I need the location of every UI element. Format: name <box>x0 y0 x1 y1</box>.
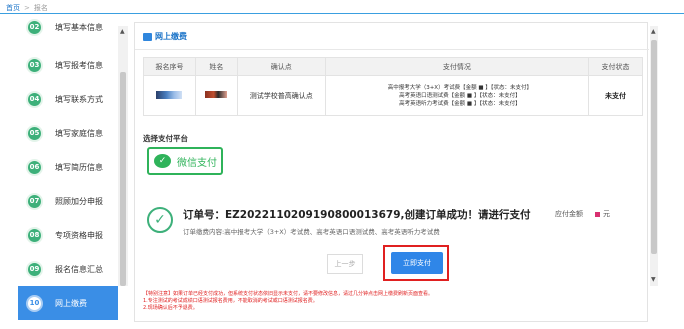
panel-heading: 网上缴费 <box>143 31 187 42</box>
sidebar-item-special-qualification[interactable]: 08 专项资格申报 <box>18 218 118 252</box>
sidebar-item-label: 照顾加分申报 <box>55 196 103 206</box>
sidebar-item-label: 填写报考信息 <box>55 60 103 70</box>
redacted-name <box>194 75 238 116</box>
sidebar-item-summary[interactable]: 09 报名信息汇总 <box>18 252 118 286</box>
pay-status-cell: 未支付 <box>588 75 643 116</box>
table-header: 报名序号 <box>143 57 196 76</box>
table-row: 测试学校普高确认点 高中报考大学（3+X）考试费【金额 ■ 】【状态：未支付】 … <box>143 75 643 116</box>
table-header: 支付状态 <box>588 57 643 76</box>
scrollbar-thumb[interactable] <box>651 40 657 254</box>
notice-line: 1.专注测试的考试成绩口语测试报名费用，不能取消的考试或口语测试报名费。 <box>143 298 318 304</box>
amount-unit: 元 <box>603 210 610 218</box>
platform-title: 选择支付平台 <box>143 134 188 143</box>
step-number-badge: 07 <box>26 192 43 210</box>
step-number-badge: 05 <box>26 124 43 142</box>
scroll-up-arrow-icon[interactable]: ▲ <box>651 28 656 35</box>
divider <box>135 49 649 50</box>
sidebar-item-family-info[interactable]: 05 填写家庭信息 <box>18 116 118 150</box>
breadcrumb-current: 报名 <box>33 4 48 12</box>
pay-now-button[interactable]: 立即支付 <box>391 252 443 274</box>
sidebar-item-label: 填写联系方式 <box>55 94 103 104</box>
sidebar-item-label: 填写家庭信息 <box>55 128 103 138</box>
wechat-pay-label: 微信支付 <box>177 157 217 169</box>
order-content: 订单缴费内容:高中报考大学（3+X）考试费、高考英语口语测试费、高考英语听力考试… <box>183 228 440 236</box>
table-header: 支付情况 <box>324 57 590 76</box>
payment-panel: 网上缴费 报名序号 姓名 确认点 支付情况 支付状态 测试学校普高确认点 高中报… <box>134 22 649 322</box>
sidebar-item-contact-info[interactable]: 04 填写联系方式 <box>18 82 118 116</box>
fee-line: 高考英语听力考试费【金额 ■ 】【状态：未支付】 <box>399 100 521 107</box>
step-number-badge: 09 <box>26 260 43 278</box>
main-scrollbar[interactable]: ▲ ▼ <box>650 26 658 286</box>
previous-step-button[interactable]: 上一步 <box>327 254 363 274</box>
step-number-badge: 10 <box>26 294 43 312</box>
step-sidebar: 02 填写基本信息 03 填写报考信息 04 填写联系方式 05 填写家庭信息 … <box>18 14 118 329</box>
notice-line: 【特别注意】如果订单已经支付成功，但系统支付状态依旧显示未支付，请不要修改信息，… <box>143 291 434 297</box>
amount-label: 应付金额 <box>555 210 583 218</box>
breadcrumb-separator: > <box>24 4 30 12</box>
step-number-badge: 03 <box>26 56 43 74</box>
sidebar-item-resume-info[interactable]: 06 填写简历信息 <box>18 150 118 184</box>
sidebar-item-label: 网上缴费 <box>55 298 87 308</box>
payment-details-cell: 高中报考大学（3+X）考试费【金额 ■ 】【状态：未支付】 高考英语口语测试费【… <box>324 75 590 116</box>
scroll-up-arrow-icon[interactable]: ▲ <box>120 28 125 35</box>
notice-line: 2.现场确认后不予退费。 <box>143 305 198 311</box>
table-header: 姓名 <box>194 57 238 76</box>
order-title: 订单号：EZ202211020919080001367​9,创建订单成功！请进行… <box>183 209 531 221</box>
step-number-badge: 02 <box>26 18 43 36</box>
sidebar-item-label: 报名信息汇总 <box>55 264 103 274</box>
sidebar-item-label: 填写基本信息 <box>55 22 103 32</box>
sidebar-item-online-payment[interactable]: 10 网上缴费 <box>18 286 118 320</box>
amount-due: 应付金额 元 <box>555 209 610 219</box>
fee-line: 高考英语口语测试费【金额 ■ 】【状态：未支付】 <box>399 92 521 99</box>
step-number-badge: 04 <box>26 90 43 108</box>
payment-table: 报名序号 姓名 确认点 支付情况 支付状态 测试学校普高确认点 高中报考大学（3… <box>143 57 643 116</box>
breadcrumb-home-link[interactable]: 首页 <box>6 4 20 12</box>
scroll-down-arrow-icon[interactable]: ▼ <box>651 276 656 283</box>
scrollbar-thumb[interactable] <box>120 72 126 286</box>
card-icon <box>143 32 152 41</box>
sidebar-item-exam-info[interactable]: 03 填写报考信息 <box>18 48 118 82</box>
breadcrumb: 首页 > 报名 <box>0 0 684 14</box>
wechat-pay-option[interactable]: ✓ 微信支付 <box>147 147 223 175</box>
sidebar-item-label: 填写简历信息 <box>55 162 103 172</box>
redacted-amount <box>595 211 600 217</box>
sidebar-item-label: 专项资格申报 <box>55 230 103 240</box>
step-number-badge: 08 <box>26 226 43 244</box>
panel-heading-text: 网上缴费 <box>155 32 187 41</box>
success-check-icon: ✓ <box>147 207 173 233</box>
redacted-reg-number <box>143 75 196 116</box>
sidebar-item-bonus-points[interactable]: 07 照顾加分申报 <box>18 184 118 218</box>
wechat-icon: ✓ <box>154 154 171 168</box>
sidebar-item-basic-info[interactable]: 02 填写基本信息 <box>18 14 118 40</box>
payment-notice: 【特别注意】如果订单已经支付成功，但系统支付状态依旧显示未支付，请不要修改信息，… <box>143 291 433 312</box>
confirm-point-cell: 测试学校普高确认点 <box>236 75 326 116</box>
fee-line: 高中报考大学（3+X）考试费【金额 ■ 】【状态：未支付】 <box>387 84 533 91</box>
table-header: 确认点 <box>236 57 326 76</box>
step-number-badge: 06 <box>26 158 43 176</box>
sidebar-scrollbar[interactable]: ▲ <box>118 26 128 286</box>
